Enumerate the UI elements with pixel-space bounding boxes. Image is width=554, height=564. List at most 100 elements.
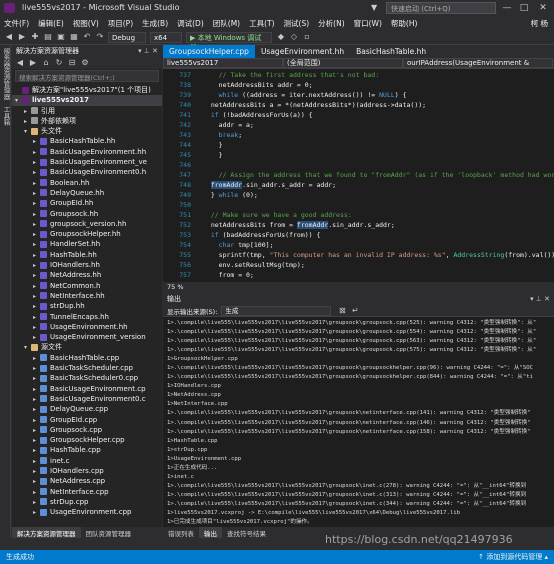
tree-item[interactable]: ▾ live555vs2017 (12, 95, 162, 106)
expand-arrow-icon[interactable]: ▸ (33, 395, 40, 404)
tab-find-symbol-results[interactable]: 查找符号结果 (222, 527, 271, 539)
menu-file[interactable]: 文件(F) (4, 18, 29, 29)
expand-arrow-icon[interactable]: ▸ (33, 436, 40, 445)
tree-item[interactable]: ▸ HandlerSet.hh (12, 239, 162, 249)
tree-item[interactable]: ▸ NetCommon.h (12, 281, 162, 291)
open-icon[interactable]: ▤ (43, 32, 53, 42)
tree-item[interactable]: ▸ Groupsock.hh (12, 209, 162, 219)
tree-item[interactable]: ▸ HashTable.hh (12, 250, 162, 260)
tree-item[interactable]: ▸ BasicTaskScheduler.cpp (12, 363, 162, 373)
start-debugging-button[interactable]: ▶ 本地 Windows 调试器 ▾ (186, 31, 272, 52)
save-icon[interactable]: ▣ (56, 32, 66, 42)
back-icon[interactable]: ◀ (4, 32, 14, 42)
expand-arrow-icon[interactable]: ▸ (33, 271, 40, 280)
tree-item[interactable]: ▸ DelayQueue.hh (12, 188, 162, 198)
solution-search-input[interactable]: 搜索解决方案资源管理器(Ctrl+;) (15, 70, 159, 82)
add-to-source-control[interactable]: ↑ 添加到源代码管理 ▴ (478, 552, 548, 562)
expand-arrow-icon[interactable]: ▸ (33, 292, 40, 301)
tree-item[interactable]: ▸ strDup.cpp (12, 497, 162, 507)
project-dropdown[interactable]: live555vs2017 (163, 58, 283, 68)
tree-item[interactable]: ▾ 源文件 (12, 342, 162, 352)
tree-item[interactable]: ▾ 头文件 (12, 126, 162, 136)
user-name[interactable]: 柯 杨 (531, 18, 548, 29)
expand-arrow-icon[interactable]: ▸ (33, 313, 40, 322)
expand-arrow-icon[interactable]: ▸ (33, 457, 40, 466)
tree-item[interactable]: ▸ UsageEnvironment_version (12, 332, 162, 342)
scope-dropdown[interactable]: (全局范围) (283, 58, 403, 68)
platform-select[interactable]: x64 (150, 31, 182, 43)
clear-output-icon[interactable]: ⊠ (337, 306, 347, 316)
expand-arrow-icon[interactable]: ▸ (33, 416, 40, 425)
menu-edit[interactable]: 编辑(E) (38, 18, 64, 29)
menu-view[interactable]: 视图(V) (73, 18, 99, 29)
tab-groupsockhelper-cpp[interactable]: GroupsockHelper.cpp (163, 45, 255, 58)
expand-arrow-icon[interactable]: ▸ (33, 148, 40, 157)
tree-item[interactable]: ▸ inet.c (12, 456, 162, 466)
expand-arrow-icon[interactable]: ▸ (33, 405, 40, 414)
back-icon[interactable]: ◀ (15, 58, 25, 68)
home-icon[interactable]: ⌂ (41, 58, 51, 68)
toolbox-tab[interactable]: 工具箱 (0, 103, 12, 129)
tree-item[interactable]: ▸ GroupsockHelper.cpp (12, 435, 162, 445)
tool-icon-1[interactable]: ◆ (276, 32, 286, 42)
redo-icon[interactable]: ↷ (95, 32, 105, 42)
expand-arrow-icon[interactable]: ▸ (33, 240, 40, 249)
minimize-button[interactable]: — (500, 2, 514, 14)
tree-item[interactable]: ▸ 外部依赖项 (12, 116, 162, 126)
configuration-select[interactable]: Debug (108, 31, 146, 43)
expand-arrow-icon[interactable]: ▸ (33, 488, 40, 497)
save-all-icon[interactable]: ▦ (69, 32, 79, 42)
menu-build[interactable]: 生成(B) (142, 18, 168, 29)
expand-arrow-icon[interactable]: ▸ (33, 374, 40, 383)
output-source-select[interactable]: 生成 (221, 305, 332, 316)
tree-item[interactable]: ▸ TunnelEncaps.hh (12, 312, 162, 322)
tree-item[interactable]: ▸ Boolean.hh (12, 178, 162, 188)
expand-arrow-icon[interactable]: ▾ (24, 343, 31, 352)
expand-arrow-icon[interactable]: ▾ (15, 96, 22, 105)
tool-icon-2[interactable]: ◇ (289, 32, 299, 42)
server-explorer-tab[interactable]: 服务器资源管理器 (0, 45, 12, 103)
close-button[interactable]: ✕ (536, 2, 550, 14)
refresh-icon[interactable]: ↻ (54, 58, 64, 68)
expand-arrow-icon[interactable]: ▸ (33, 467, 40, 476)
expand-arrow-icon[interactable]: ▸ (33, 137, 40, 146)
expand-arrow-icon[interactable]: ▸ (33, 158, 40, 167)
tab-output[interactable]: 输出 (199, 526, 222, 539)
pin-icon[interactable]: ▾ ⊥ ✕ (138, 47, 158, 55)
menu-debug[interactable]: 调试(D) (177, 18, 204, 29)
expand-arrow-icon[interactable]: ▸ (33, 508, 40, 517)
tab-error-list[interactable]: 错误列表 (163, 527, 199, 539)
tree-item[interactable]: ▸ DelayQueue.cpp (12, 404, 162, 414)
expand-arrow-icon[interactable]: ▸ (33, 385, 40, 394)
tab-usageenvironment-hh[interactable]: UsageEnvironment.hh (255, 45, 350, 58)
menu-test[interactable]: 测试(S) (284, 18, 310, 29)
tree-item[interactable]: ▸ GroupEId.hh (12, 198, 162, 208)
member-dropdown[interactable]: ourIPAddress(UsageEnvironment & (403, 58, 553, 68)
filter-icon[interactable]: ▼ (371, 3, 377, 12)
tree-item[interactable]: ▸ BasicUsageEnvironment.cp (12, 384, 162, 394)
tree-item[interactable]: ▸ UsageEnvironment.cpp (12, 507, 162, 517)
expand-arrow-icon[interactable]: ▸ (33, 220, 40, 229)
forward-icon[interactable]: ▶ (28, 58, 38, 68)
tree-item[interactable]: ▸ NetInterface.hh (12, 291, 162, 301)
expand-arrow-icon[interactable]: ▸ (33, 168, 40, 177)
expand-arrow-icon[interactable]: ▸ (33, 251, 40, 260)
collapse-icon[interactable]: ⊟ (67, 58, 77, 68)
tree-item[interactable]: 解决方案"live555vs2017"(1 个项目) (12, 85, 162, 95)
tree-item[interactable]: ▸ IOHandlers.hh (12, 260, 162, 270)
tree-item[interactable]: ▸ BasicUsageEnvironment_ve (12, 157, 162, 167)
zoom-level[interactable]: 75 % (167, 283, 184, 291)
expand-arrow-icon[interactable]: ▸ (33, 477, 40, 486)
word-wrap-icon[interactable]: ↵ (350, 306, 360, 316)
menu-analyze[interactable]: 分析(N) (318, 18, 344, 29)
tree-item[interactable]: ▸ IOHandlers.cpp (12, 466, 162, 476)
expand-arrow-icon[interactable]: ▸ (33, 333, 40, 342)
expand-arrow-icon[interactable]: ▸ (33, 323, 40, 332)
expand-arrow-icon[interactable]: ▸ (33, 230, 40, 239)
tree-item[interactable]: ▸ NetAddress.cpp (12, 476, 162, 486)
menu-project[interactable]: 项目(P) (108, 18, 133, 29)
menu-team[interactable]: 团队(M) (213, 18, 240, 29)
tree-item[interactable]: ▸ GroupsockHelper.hh (12, 229, 162, 239)
code-area[interactable]: 737 // Take the first address that's not… (163, 70, 554, 282)
expand-arrow-icon[interactable]: ▸ (33, 426, 40, 435)
